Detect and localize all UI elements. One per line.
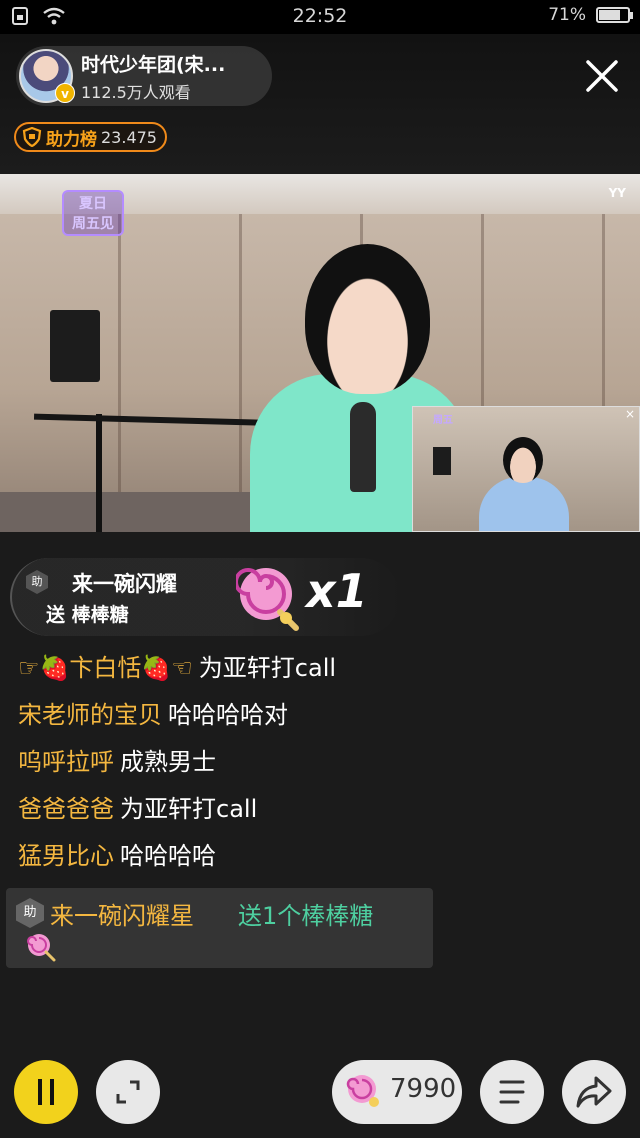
chat-text: 哈哈哈哈	[120, 842, 216, 870]
chat-message: 猛男比心 哈哈哈哈	[18, 836, 618, 883]
lollipop-icon	[346, 1075, 379, 1107]
gift-send-text: 送 棒棒糖	[46, 604, 129, 626]
support-badge-icon: 助	[26, 570, 48, 594]
clock: 22:52	[292, 5, 348, 27]
chat-text: 哈哈哈哈对	[168, 701, 288, 729]
shield-icon	[22, 127, 42, 147]
battery-percent: 71%	[548, 5, 586, 25]
battery-icon	[596, 7, 633, 23]
close-icon[interactable]	[582, 56, 622, 96]
lollipop-icon	[236, 568, 299, 631]
rank-value: 23.475	[101, 127, 157, 147]
host-name: 时代少年团(宋...	[81, 53, 226, 76]
pause-button[interactable]	[14, 1060, 78, 1124]
live-video[interactable]: 夏日 周五见 YY 周五 ×	[0, 174, 640, 532]
chat-message: 呜呼拉呼 成熟男士	[18, 742, 618, 789]
chat-list[interactable]: ☞🍓卞白恬🍓☜ 为亚轩打call 宋老师的宝贝 哈哈哈哈对 呜呼拉呼 成熟男士 爸爸爸…	[18, 648, 618, 883]
chat-username[interactable]: 宋老师的宝贝	[18, 701, 162, 729]
verified-badge-icon: v	[55, 83, 75, 103]
pip-performer-body	[479, 477, 569, 531]
support-badge-icon: 助	[16, 898, 44, 928]
chat-text: 为亚轩打call	[120, 795, 258, 823]
share-icon	[576, 1076, 612, 1108]
live-header: v 时代少年团(宋... 112.5万人观看 助力榜 23.475	[0, 34, 640, 174]
fullscreen-icon	[116, 1080, 140, 1104]
share-button[interactable]	[562, 1060, 626, 1124]
gift-chat-message: 助 来一碗闪耀星 送1个棒棒糖	[6, 888, 433, 968]
pip-speaker-image	[433, 447, 451, 475]
show-logo: 夏日 周五见	[62, 190, 124, 236]
host-card[interactable]: v 时代少年团(宋... 112.5万人观看	[16, 46, 272, 106]
pip-performer-head	[503, 437, 543, 483]
gift-sender: 来一碗闪耀	[72, 572, 177, 596]
gift-banner: 助 来一碗闪耀 送 棒棒糖 x1	[10, 558, 400, 636]
chat-username[interactable]: 呜呼拉呼	[18, 748, 114, 776]
show-logo-line-1: 夏日	[79, 196, 107, 212]
viewer-count: 112.5万人观看	[81, 82, 191, 102]
fullscreen-button[interactable]	[96, 1060, 160, 1124]
speaker-image	[50, 310, 100, 382]
chat-text: 为亚轩打call	[198, 654, 337, 682]
lollipop-icon	[27, 934, 56, 962]
chat-message: 宋老师的宝贝 哈哈哈哈对	[18, 695, 618, 742]
mic-stand-image	[96, 414, 102, 532]
gift-coins-button[interactable]: 7990	[332, 1060, 462, 1124]
support-rank-button[interactable]: 助力榜 23.475	[14, 122, 167, 152]
chat-message: 爸爸爸爸 为亚轩打call	[18, 789, 618, 836]
coins-value: 7990	[390, 1074, 457, 1104]
pip-close-icon[interactable]: ×	[625, 407, 635, 421]
battery-level	[599, 10, 621, 20]
picture-in-picture-video[interactable]: 周五 ×	[412, 406, 640, 532]
chat-message: ☞🍓卞白恬🍓☜ 为亚轩打call	[18, 648, 618, 695]
yy-watermark: YY	[608, 186, 626, 200]
chat-username[interactable]: 猛男比心	[18, 842, 114, 870]
show-logo-line-2: 周五见	[72, 216, 114, 232]
chat-username[interactable]: 爸爸爸爸	[18, 795, 114, 823]
pip-logo: 周五	[433, 415, 453, 426]
gift-chat-text: 送1个棒棒糖	[238, 902, 374, 930]
gift-count: x1	[306, 564, 368, 618]
microphone-image	[350, 402, 376, 492]
performer-head-image	[305, 244, 430, 394]
chat-username[interactable]: ☞🍓卞白恬🍓☜	[18, 654, 193, 682]
status-bar: 22:52 71%	[0, 0, 640, 34]
menu-button[interactable]	[480, 1060, 544, 1124]
chat-text: 成熟男士	[120, 748, 216, 776]
gift-chat-username[interactable]: 来一碗闪耀星	[50, 896, 194, 931]
rank-label: 助力榜	[46, 129, 97, 150]
host-avatar[interactable]: v	[19, 49, 75, 103]
menu-icon	[499, 1080, 525, 1104]
